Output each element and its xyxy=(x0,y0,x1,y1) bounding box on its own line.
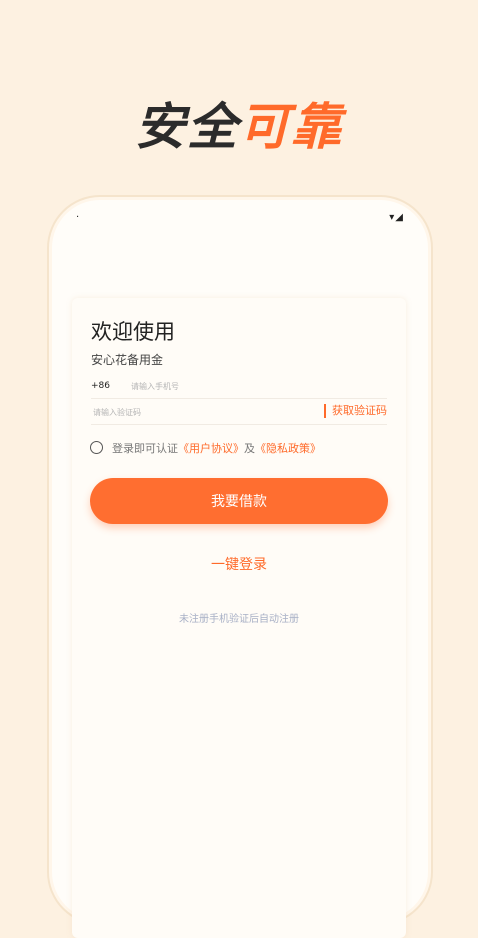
agreement-prefix: 登录即可认证 xyxy=(112,442,178,455)
app-name: 安心花备用金 xyxy=(91,353,164,367)
phone-input[interactable] xyxy=(131,379,351,393)
promo-heading-dark: 安全 xyxy=(135,98,239,156)
login-card: 欢迎使用 安心花备用金 +86 获取验证码 登录即可认证《用户协议》及《隐私政策… xyxy=(72,298,406,938)
agreement-text: 登录即可认证《用户协议》及《隐私政策》 xyxy=(112,440,321,456)
agreement-row: 登录即可认证《用户协议》及《隐私政策》 xyxy=(90,440,390,456)
code-row: 获取验证码 xyxy=(91,402,387,425)
promo-heading: 安全可靠 xyxy=(0,92,478,162)
page-title: 欢迎使用 xyxy=(91,320,175,344)
promo-heading-accent: 可靠 xyxy=(239,98,343,156)
auto-register-note: 未注册手机验证后自动注册 xyxy=(179,614,299,625)
code-input[interactable] xyxy=(93,405,293,419)
one-key-login-button[interactable]: 一键登录 xyxy=(72,554,406,574)
country-code[interactable]: +86 xyxy=(91,381,110,391)
borrow-button[interactable]: 我要借款 xyxy=(90,478,388,524)
status-bar: · ▾◢ xyxy=(76,212,404,226)
phone-mockup: · ▾◢ 欢迎使用 安心花备用金 +86 获取验证码 登录即可认证《用户协议》及… xyxy=(52,200,428,938)
get-code-button[interactable]: 获取验证码 xyxy=(324,404,387,418)
agreement-checkbox[interactable] xyxy=(90,441,103,454)
phone-row: +86 xyxy=(91,376,387,399)
status-left: · xyxy=(76,212,80,223)
user-agreement-link[interactable]: 《用户协议》 xyxy=(178,442,244,455)
agreement-and: 及 xyxy=(244,442,255,455)
privacy-policy-link[interactable]: 《隐私政策》 xyxy=(255,442,321,455)
signal-wifi-icon: ▾◢ xyxy=(389,212,404,223)
